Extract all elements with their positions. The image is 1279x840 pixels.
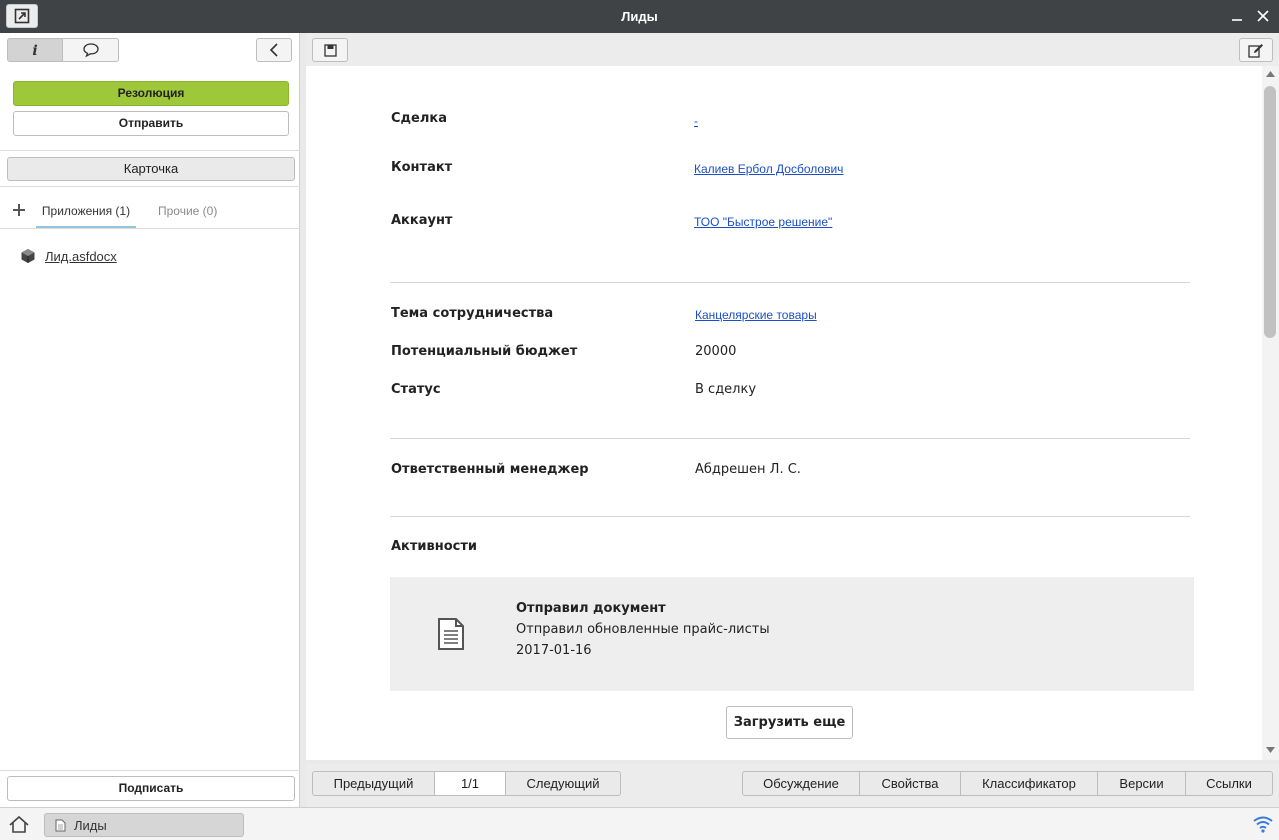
section-divider	[390, 282, 1190, 283]
tab-other[interactable]: Прочие (0)	[158, 202, 217, 220]
section-divider	[390, 516, 1190, 517]
section-divider	[390, 438, 1190, 439]
bottom-navigation: Предыдущий 1/1 Следующий Обсуждение Свой…	[306, 764, 1279, 807]
save-button[interactable]	[312, 38, 348, 62]
save-icon	[323, 43, 337, 57]
versions-button[interactable]: Версии	[1097, 771, 1186, 796]
content-scrollbar[interactable]	[1262, 66, 1279, 760]
deal-label: Сделка	[391, 111, 447, 126]
attachment-tabs: Приложения (1) Прочие (0)	[0, 193, 300, 229]
load-more-button[interactable]: Загрузить еще	[726, 706, 853, 739]
deal-link[interactable]: -	[694, 114, 698, 128]
add-attachment-button[interactable]	[12, 201, 26, 219]
taskbar-item-leads[interactable]: Лиды	[44, 813, 244, 837]
contact-link[interactable]: Калиев Ербол Досболович	[694, 162, 843, 176]
home-icon[interactable]	[8, 815, 30, 834]
document-icon	[438, 618, 464, 650]
topic-link[interactable]: Канцелярские товары	[695, 308, 817, 322]
discussion-button[interactable]: Обсуждение	[742, 771, 860, 796]
taskbar: Лиды	[0, 807, 1279, 840]
page-indicator: 1/1	[434, 771, 506, 796]
card-button[interactable]: Карточка	[7, 157, 295, 181]
taskbar-item-label: Лиды	[74, 817, 107, 833]
sidebar: i Резолюция Отправить Карточка Приложени…	[0, 33, 300, 807]
account-label: Аккаунт	[391, 213, 453, 228]
sign-button[interactable]: Подписать	[7, 776, 295, 801]
manager-value: Абдрешен Л. С.	[695, 462, 801, 477]
budget-value: 20000	[695, 344, 737, 359]
links-button[interactable]: Ссылки	[1185, 771, 1273, 796]
speech-bubble-icon	[82, 43, 99, 58]
scrollbar-thumb[interactable]	[1264, 86, 1276, 338]
divider	[0, 150, 300, 151]
activities-heading: Активности	[391, 539, 478, 554]
comments-tab[interactable]	[63, 39, 118, 61]
divider	[0, 770, 300, 771]
info-icon: i	[32, 43, 37, 57]
scroll-down-icon[interactable]	[1266, 747, 1275, 753]
open-external-icon	[14, 8, 30, 24]
document-form: Сделка - Контакт Калиев Ербол Досболович…	[306, 66, 1262, 760]
activity-title: Отправил документ	[516, 601, 666, 616]
divider	[0, 186, 300, 187]
info-tab[interactable]: i	[8, 39, 64, 61]
sidebar-view-switch: i	[7, 38, 119, 62]
status-value: В сделку	[695, 382, 757, 397]
status-label: Статус	[391, 382, 441, 397]
classifier-button[interactable]: Классификатор	[960, 771, 1098, 796]
attachment-file[interactable]: Лид.asfdocx	[20, 248, 117, 264]
topic-label: Тема сотрудничества	[391, 306, 554, 321]
chevron-left-icon	[269, 43, 278, 57]
scroll-up-icon[interactable]	[1266, 71, 1275, 77]
tab-attachments[interactable]: Приложения (1)	[36, 202, 136, 229]
document-icon	[55, 819, 66, 831]
close-icon	[1257, 10, 1269, 22]
wifi-icon[interactable]	[1252, 815, 1274, 834]
open-external-button[interactable]	[6, 4, 38, 28]
activity-description: Отправил обновленные прайс-листы	[516, 622, 770, 637]
collapse-sidebar-button[interactable]	[256, 38, 292, 62]
document-cube-icon	[21, 249, 35, 263]
title-bar: Лиды	[0, 0, 1279, 33]
minimize-icon	[1232, 19, 1242, 21]
plus-icon	[13, 204, 25, 216]
svg-text:i: i	[32, 43, 37, 57]
account-link[interactable]: ТОО "Быстрое решение"	[694, 215, 832, 229]
window-title: Лиды	[621, 9, 658, 24]
send-button[interactable]: Отправить	[13, 111, 289, 136]
minimize-button[interactable]	[1230, 9, 1244, 23]
properties-button[interactable]: Свойства	[859, 771, 961, 796]
activity-date: 2017-01-16	[516, 643, 592, 658]
attachment-file-name[interactable]: Лид.asfdocx	[45, 249, 117, 264]
document-toolbar	[306, 33, 1279, 66]
contact-label: Контакт	[391, 160, 453, 175]
edit-icon	[1248, 43, 1263, 58]
manager-label: Ответственный менеджер	[391, 462, 589, 477]
edit-button[interactable]	[1239, 38, 1273, 62]
activity-card: Отправил документ Отправил обновленные п…	[390, 577, 1194, 691]
divider	[0, 228, 300, 229]
resolution-button[interactable]: Резолюция	[13, 81, 289, 106]
close-button[interactable]	[1256, 9, 1270, 23]
budget-label: Потенциальный бюджет	[391, 344, 578, 359]
previous-button[interactable]: Предыдущий	[312, 771, 435, 796]
next-button[interactable]: Следующий	[505, 771, 621, 796]
